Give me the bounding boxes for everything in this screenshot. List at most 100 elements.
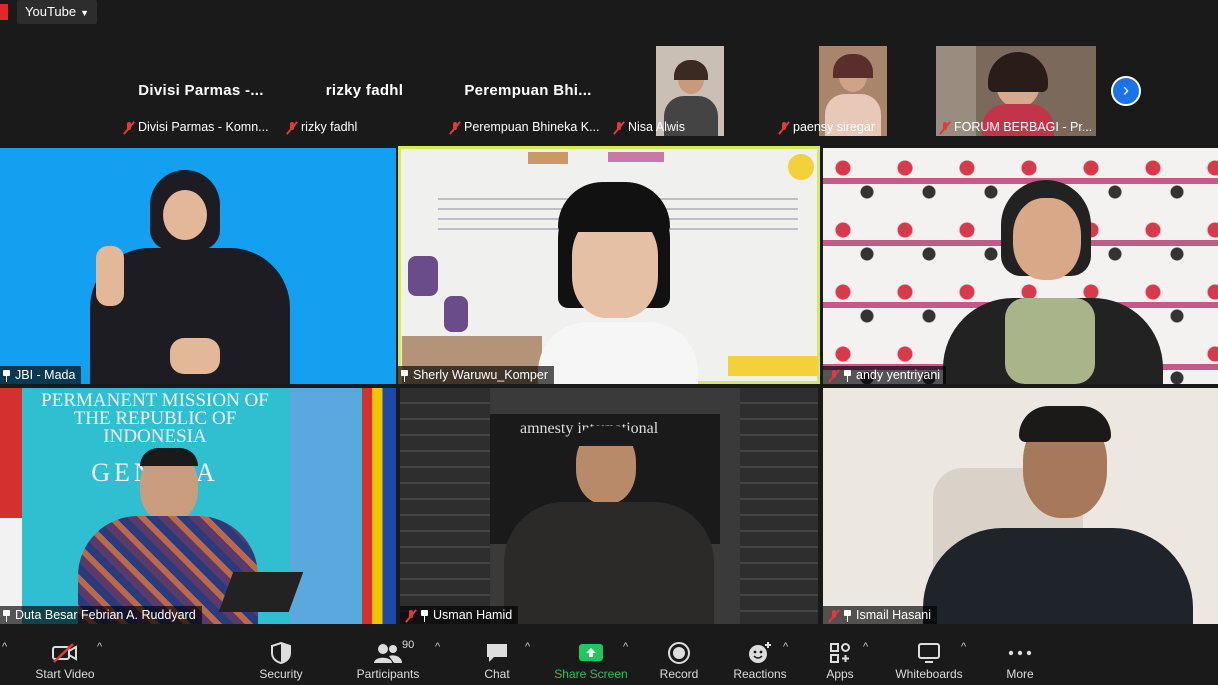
video-tile[interactable]: Ismail Hasani — [823, 388, 1218, 624]
participant-name-label: Duta Besar Febrian A. Ruddyard — [0, 606, 202, 624]
start-video-button[interactable]: Start Video — [28, 625, 102, 685]
participant-name-large: rizky fadhl — [325, 82, 404, 99]
participants-count: 90 — [402, 639, 415, 651]
participant-name: Ismail Hasani — [856, 608, 932, 622]
top-bar: YouTube ▼ — [0, 0, 1218, 26]
chevron-up-icon[interactable]: ^ — [97, 641, 102, 653]
record-icon — [654, 639, 704, 667]
filmstrip-tile[interactable]: Nisa Alwis — [610, 46, 725, 136]
apps-label: Apps — [826, 667, 854, 681]
meeting-toolbar: ^ Start Video ^ Security 90 Participants… — [0, 625, 1218, 685]
smiley-add-icon — [730, 639, 790, 667]
pin-icon — [2, 609, 11, 622]
participant-filmstrip: Divisi Parmas -... Divisi Parmas - Komn.… — [0, 26, 1218, 146]
whiteboards-label: Whiteboards — [895, 667, 963, 681]
security-button[interactable]: Security — [252, 625, 310, 685]
participant-name: JBI - Mada — [15, 368, 76, 382]
chevron-up-icon[interactable]: ^ — [525, 641, 530, 653]
participant-name-label: andy yentriyani — [823, 366, 947, 384]
apps-button[interactable]: Apps — [818, 625, 862, 685]
shield-icon — [252, 639, 310, 667]
participant-footer: Perempuan Bhineka K... — [446, 118, 610, 136]
participant-footer: Nisa Alwis — [610, 118, 725, 136]
filmstrip-tile[interactable]: rizky fadhl rizky fadhl — [283, 46, 446, 136]
share-screen-icon — [552, 639, 630, 667]
mic-muted-icon — [829, 369, 839, 382]
mic-muted-icon — [779, 121, 789, 134]
participant-name: rizky fadhl — [301, 120, 358, 134]
pin-icon — [420, 609, 429, 622]
mic-muted-icon — [940, 121, 950, 134]
video-tile-active-speaker[interactable]: Sherly Waruwu_Komper — [398, 146, 820, 384]
livestream-label: YouTube — [25, 4, 77, 19]
mic-muted-icon — [614, 121, 624, 134]
filmstrip-tile[interactable]: Perempuan Bhi... Perempuan Bhineka K... — [446, 46, 610, 136]
share-screen-label: Share Screen — [554, 667, 628, 681]
participant-name: Usman Hamid — [433, 608, 513, 622]
chevron-up-icon[interactable]: ^ — [783, 641, 788, 653]
filmstrip-tile[interactable]: Divisi Parmas -... Divisi Parmas - Komn.… — [120, 46, 282, 136]
participant-name: FORUM BERBAGI - Pr... — [954, 120, 1093, 134]
video-tile[interactable]: andy yentriyani — [823, 148, 1218, 384]
participant-footer: Divisi Parmas - Komn... — [120, 118, 282, 136]
pin-icon — [843, 369, 852, 382]
security-label: Security — [259, 667, 303, 681]
participant-name: Nisa Alwis — [628, 120, 685, 134]
participant-name-label: JBI - Mada — [0, 366, 82, 384]
participant-name-large: Divisi Parmas -... — [138, 82, 264, 99]
chat-button[interactable]: Chat — [474, 625, 520, 685]
mic-muted-icon — [406, 609, 416, 622]
participant-footer: rizky fadhl — [283, 118, 446, 136]
start-video-label: Start Video — [35, 667, 95, 681]
participant-name: andy yentriyani — [856, 368, 941, 382]
whiteboard-icon — [890, 639, 968, 667]
video-tile[interactable]: JBI - Mada — [0, 148, 396, 384]
participant-name: Duta Besar Febrian A. Ruddyard — [15, 608, 196, 622]
caret-down-icon: ▼ — [80, 8, 90, 18]
participants-label: Participants — [356, 667, 420, 681]
backdrop-line: THE REPUBLIC OF INDONESIA — [73, 408, 237, 447]
mic-muted-icon — [287, 121, 297, 134]
participant-footer: paensy siregar — [775, 118, 887, 136]
more-dots-icon — [1000, 639, 1040, 667]
participant-name: paensy siregar — [793, 120, 875, 134]
record-button[interactable]: Record — [654, 625, 704, 685]
livestream-dropdown[interactable]: YouTube ▼ — [17, 0, 98, 24]
chevron-up-icon[interactable]: ^ — [961, 641, 966, 653]
pin-icon — [843, 609, 852, 622]
chevron-up-icon[interactable]: ^ — [2, 641, 7, 653]
participant-name: Perempuan Bhineka K... — [464, 120, 600, 134]
mic-muted-icon — [124, 121, 134, 134]
video-off-icon — [28, 639, 102, 667]
apps-icon — [818, 639, 862, 667]
reactions-label: Reactions — [733, 667, 787, 681]
reactions-button[interactable]: Reactions — [730, 625, 790, 685]
mic-muted-icon — [829, 609, 839, 622]
participant-name-label: Sherly Waruwu_Komper — [398, 366, 555, 384]
filmstrip-tile[interactable]: paensy siregar — [775, 46, 887, 136]
chat-label: Chat — [484, 667, 510, 681]
next-page-button[interactable]: › — [1111, 76, 1141, 106]
whiteboards-button[interactable]: Whiteboards — [890, 625, 968, 685]
video-tile[interactable]: amnesty international Usman Hamid — [400, 388, 818, 624]
chevron-right-icon: › — [1123, 80, 1129, 100]
participant-name: Divisi Parmas - Komn... — [138, 120, 269, 134]
chevron-up-icon[interactable]: ^ — [863, 641, 868, 653]
chat-icon — [474, 639, 520, 667]
more-button[interactable]: More — [1000, 625, 1040, 685]
participant-footer: FORUM BERBAGI - Pr... — [936, 118, 1096, 136]
filmstrip-tile[interactable]: FORUM BERBAGI - Pr... — [936, 46, 1096, 136]
share-screen-button[interactable]: Share Screen — [552, 625, 630, 685]
participant-name-large: Perempuan Bhi... — [464, 82, 592, 99]
record-label: Record — [659, 667, 699, 681]
video-tile[interactable]: PERMANENT MISSION OF THE REPUBLIC OF IND… — [0, 388, 396, 624]
participant-name-label: Usman Hamid — [400, 606, 519, 624]
chevron-up-icon[interactable]: ^ — [435, 641, 440, 653]
recording-indicator — [0, 4, 8, 20]
mic-muted-icon — [450, 121, 460, 134]
participant-name: Sherly Waruwu_Komper — [413, 368, 549, 382]
chevron-up-icon[interactable]: ^ — [623, 641, 628, 653]
participant-name-label: Ismail Hasani — [823, 606, 938, 624]
pin-icon — [400, 369, 409, 382]
participants-button[interactable]: 90 Participants — [352, 625, 424, 685]
